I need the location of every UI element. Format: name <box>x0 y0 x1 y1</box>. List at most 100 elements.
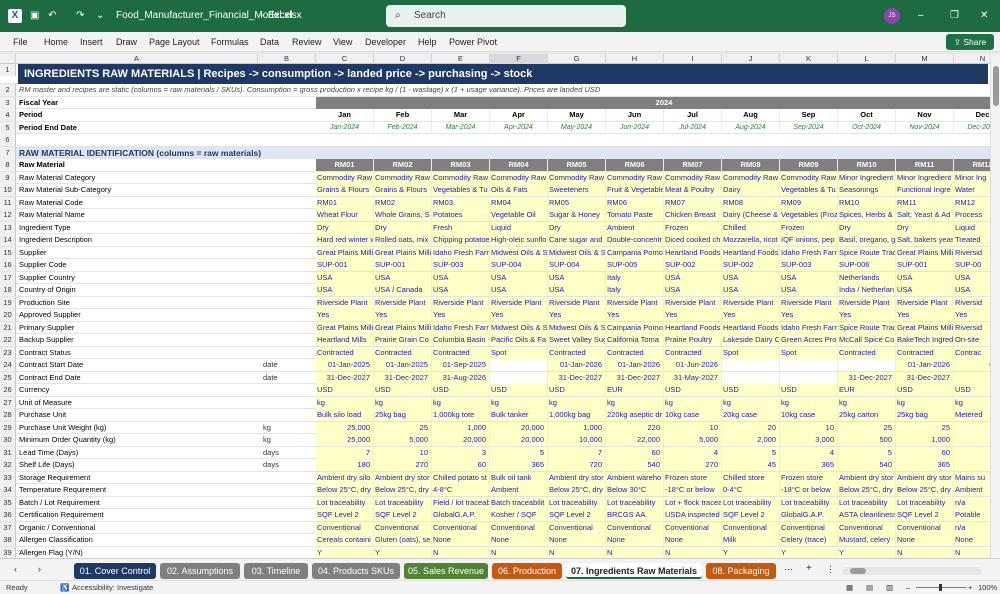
row-unit[interactable] <box>262 472 316 484</box>
input-cell[interactable]: N <box>432 546 490 558</box>
input-cell[interactable]: Prairie Grain Co <box>374 334 432 346</box>
sheet-note[interactable]: RM master and recipes are static (column… <box>18 84 988 96</box>
input-cell[interactable]: kg <box>374 396 432 409</box>
input-cell[interactable]: USA <box>896 271 954 284</box>
period-end-date[interactable]: Dec-2024 <box>954 122 990 134</box>
input-cell[interactable]: USA <box>490 271 548 284</box>
input-cell[interactable]: Basil, oregano, g <box>838 234 896 246</box>
input-cell[interactable]: SQF Level 2 <box>722 509 780 521</box>
column-header-m[interactable]: M <box>896 54 954 64</box>
input-cell[interactable]: 270 <box>374 459 432 471</box>
row-unit[interactable] <box>262 522 316 534</box>
row-number[interactable]: 38 <box>0 534 16 546</box>
raw-material-id[interactable]: RM07 <box>664 159 722 171</box>
input-cell[interactable]: kg <box>838 396 896 409</box>
input-cell[interactable]: Riverside Plant <box>896 296 954 309</box>
input-cell[interactable]: Riverside Plant <box>606 296 664 309</box>
vertical-scrollbar[interactable] <box>990 54 1000 558</box>
input-cell[interactable]: Liquid <box>954 221 990 234</box>
input-cell[interactable]: EUR <box>838 384 896 396</box>
input-cell[interactable]: 25kg carton <box>838 409 896 421</box>
input-cell[interactable]: 365 <box>896 459 954 471</box>
input-cell[interactable]: 5,000 <box>374 434 432 446</box>
input-cell[interactable]: Dry <box>316 221 374 234</box>
input-cell[interactable]: kg <box>548 396 606 409</box>
period-end-date[interactable]: May-2024 <box>548 121 606 134</box>
input-cell[interactable]: Vegetable Oil <box>490 209 548 221</box>
input-cell[interactable]: Commodity Raw <box>432 171 490 184</box>
input-cell[interactable]: Lot traceability <box>606 496 664 509</box>
input-cell[interactable]: Great Plains Milli <box>896 321 954 334</box>
input-cell[interactable]: 01-Jan-2025 <box>316 359 374 371</box>
input-cell[interactable]: 25,000 <box>316 434 374 446</box>
row-number[interactable]: 5 <box>0 121 16 134</box>
month-header[interactable]: Sep <box>780 109 838 121</box>
input-cell[interactable]: Gluten (oats), se <box>374 534 432 546</box>
input-cell[interactable]: BakeTech Ingred <box>896 334 954 346</box>
accessibility-status[interactable]: Accessibility: Investigate <box>72 582 153 594</box>
input-cell[interactable]: Contracted <box>316 346 374 359</box>
column-header-j[interactable]: J <box>722 54 780 64</box>
row-number[interactable]: 16 <box>0 259 16 271</box>
more-sheets-icon[interactable]: ⋯ <box>784 563 793 575</box>
sheet-tab-4[interactable]: 04. Products SKUs <box>312 563 400 579</box>
row-label[interactable]: Contract Start Date <box>18 359 258 371</box>
raw-material-header-label[interactable]: Raw Material <box>18 159 258 171</box>
input-cell[interactable]: Y <box>838 546 896 558</box>
column-header-c[interactable]: C <box>316 54 374 64</box>
row-label[interactable]: Supplier Code <box>18 259 258 271</box>
input-cell[interactable]: Midwest Oils & S <box>548 321 606 334</box>
input-cell[interactable]: N <box>606 546 664 558</box>
input-cell[interactable]: Riversid <box>954 246 990 259</box>
row-number[interactable]: 10 <box>0 184 16 196</box>
input-cell[interactable]: 270 <box>664 459 722 471</box>
input-cell[interactable]: Yes <box>548 309 606 321</box>
month-header[interactable]: Dec <box>954 109 990 121</box>
input-cell[interactable]: Italy <box>606 284 664 296</box>
input-cell[interactable]: USD <box>954 384 990 396</box>
input-cell[interactable]: kg <box>780 396 838 409</box>
zoom-level[interactable]: 100% <box>978 582 997 594</box>
input-cell[interactable]: 365 <box>490 459 548 471</box>
input-cell[interactable]: Yes <box>374 309 432 321</box>
period-end-date[interactable]: Nov-2024 <box>896 121 954 134</box>
input-cell[interactable]: 5 <box>838 446 896 459</box>
input-cell[interactable]: kg <box>664 396 722 409</box>
input-cell[interactable]: Mains su <box>954 471 990 484</box>
period-end-date[interactable]: Jul-2024 <box>664 121 722 134</box>
input-cell[interactable]: Yes <box>838 309 896 321</box>
input-cell[interactable]: Y <box>780 546 838 558</box>
input-cell[interactable]: Riverside Plant <box>432 296 490 309</box>
input-cell[interactable]: kg <box>316 396 374 409</box>
sheet-options-icon[interactable]: ⋮ <box>826 563 835 575</box>
zoom-slider[interactable] <box>916 584 966 591</box>
row-unit[interactable] <box>262 197 316 209</box>
input-cell[interactable]: USA <box>954 271 990 284</box>
month-header[interactable]: Jan <box>316 109 374 121</box>
input-cell[interactable]: Italy <box>606 271 664 284</box>
input-cell[interactable]: Treated <box>954 234 990 246</box>
input-cell[interactable]: SUP-002 <box>664 259 722 271</box>
input-cell[interactable]: 25 <box>896 421 954 434</box>
row-label[interactable]: Allergen Classification <box>18 534 258 546</box>
input-cell[interactable]: Ambient dry silo <box>316 471 374 484</box>
input-cell[interactable]: Ambient dry stor <box>374 471 432 484</box>
column-header-h[interactable]: H <box>606 54 664 64</box>
row-unit[interactable] <box>262 334 316 346</box>
input-cell[interactable]: Yes <box>722 309 780 321</box>
input-cell[interactable]: 1,000 <box>548 421 606 434</box>
input-cell[interactable]: RM09 <box>780 196 838 209</box>
menu-home[interactable]: Home <box>44 36 68 48</box>
input-cell[interactable]: Lakeside Dairy C <box>722 334 780 346</box>
row-label[interactable]: Purchase Unit Weight (kg) <box>18 422 258 434</box>
input-cell[interactable]: 20,000 <box>490 421 548 434</box>
input-cell[interactable]: Commodity Raw <box>316 171 374 184</box>
share-button[interactable]: ⇪ Share <box>946 34 994 50</box>
input-cell[interactable]: RM06 <box>606 196 664 209</box>
input-cell[interactable]: 31-Dec-2027 <box>606 371 664 384</box>
input-cell[interactable]: Great Plains Milli <box>896 246 954 259</box>
input-cell[interactable]: kg <box>490 396 548 409</box>
input-cell[interactable]: High-oleic sunflo <box>490 234 548 246</box>
input-cell[interactable]: USA <box>722 284 780 296</box>
sheet-tab-6[interactable]: 06. Production <box>492 563 562 579</box>
